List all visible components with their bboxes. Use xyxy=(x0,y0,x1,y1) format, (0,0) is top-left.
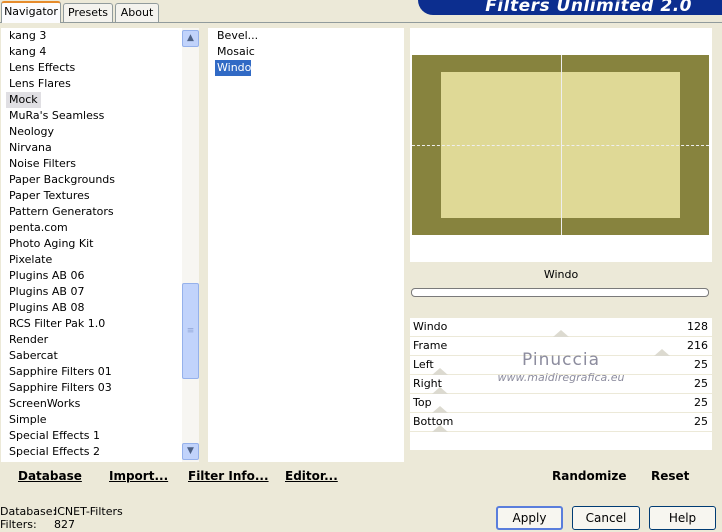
watermark-name: Pinuccia xyxy=(522,350,600,370)
category-item[interactable]: Plugins AB 06 xyxy=(1,268,183,284)
tab-panel-border xyxy=(0,22,722,23)
category-list[interactable]: kang 3 kang 4 Lens Effects Lens Flares Mock M… xyxy=(1,28,183,462)
filter-item[interactable]: Bevel... xyxy=(208,28,404,44)
cancel-button[interactable]: Cancel xyxy=(572,506,640,530)
slider-thumb[interactable] xyxy=(432,425,448,432)
selected-filter-name: Windo xyxy=(543,268,579,281)
category-item[interactable]: Noise Filters xyxy=(1,156,183,172)
watermark-site: www.maidiregrafica.eu xyxy=(497,371,625,384)
category-item[interactable]: Simple xyxy=(1,412,183,428)
slider-bottom[interactable]: Bottom 25 xyxy=(410,413,712,432)
slider-label: Windo xyxy=(413,320,448,333)
slider-windo[interactable]: Windo 128 xyxy=(410,318,712,337)
preview-frame xyxy=(412,55,709,235)
category-item[interactable]: Pixelate xyxy=(1,252,183,268)
slider-top[interactable]: Top 25 xyxy=(410,394,712,413)
slider-value: 25 xyxy=(694,396,708,409)
category-item[interactable]: Sapphire Filters 01 xyxy=(1,364,183,380)
preview-toolbar: Randomize Reset xyxy=(410,463,712,489)
preview-area[interactable] xyxy=(410,28,712,262)
category-item[interactable]: ScreenWorks xyxy=(1,396,183,412)
category-item[interactable]: Plugins AB 08 xyxy=(1,300,183,316)
category-item[interactable]: Special Effects 2 xyxy=(1,444,183,460)
category-item[interactable]: Plugins AB 07 xyxy=(1,284,183,300)
apply-button[interactable]: Apply xyxy=(496,506,563,530)
category-item[interactable]: Lens Flares xyxy=(1,76,183,92)
category-item[interactable]: Neology xyxy=(1,124,183,140)
title-banner: Filters Unlimited 2.0 xyxy=(418,0,722,16)
scroll-up-button[interactable]: ▲ xyxy=(182,30,199,47)
tab-about[interactable]: About xyxy=(115,3,159,22)
navigator-toolbar: Database Import... Filter Info... Editor… xyxy=(1,463,405,489)
category-item[interactable]: Sapphire Filters 03 xyxy=(1,380,183,396)
banner-title: Filters Unlimited 2.0 xyxy=(485,0,692,16)
category-item[interactable]: Sabercat xyxy=(1,348,183,364)
scroll-thumb[interactable]: ≡ xyxy=(182,283,199,379)
database-value: ICNET-Filters xyxy=(54,505,123,518)
category-item[interactable]: Paper Backgrounds xyxy=(1,172,183,188)
filter-item[interactable]: Mosaic xyxy=(208,44,404,60)
category-item[interactable]: Pattern Generators xyxy=(1,204,183,220)
help-button[interactable]: Help xyxy=(649,506,716,530)
category-item[interactable]: Paper Textures xyxy=(1,188,183,204)
database-button[interactable]: Database xyxy=(18,469,82,483)
filters-count: 827 xyxy=(54,518,75,531)
database-label: Database: xyxy=(0,505,57,518)
filter-list[interactable]: Bevel... Mosaic Windo xyxy=(208,28,404,462)
filter-info-button[interactable]: Filter Info... xyxy=(188,469,269,483)
slider-empty-row xyxy=(410,432,712,450)
category-item[interactable]: Render xyxy=(1,332,183,348)
category-item[interactable]: MuRa's Seamless xyxy=(1,108,183,124)
category-item[interactable]: kang 3 xyxy=(1,28,183,44)
filter-item[interactable]: Windo xyxy=(215,60,251,76)
category-item[interactable]: Lens Effects xyxy=(1,60,183,76)
category-item[interactable]: Special Effects 1 xyxy=(1,428,183,444)
filters-label: Filters: xyxy=(0,518,37,531)
category-item[interactable]: Photo Aging Kit xyxy=(1,236,183,252)
category-item[interactable]: Mock xyxy=(6,92,41,108)
import-button[interactable]: Import... xyxy=(109,469,168,483)
crosshair-horizontal xyxy=(412,145,709,146)
progress-bar xyxy=(411,288,709,297)
slider-thumb[interactable] xyxy=(553,330,569,337)
tab-navigator[interactable]: Navigator xyxy=(1,1,61,23)
parameter-sliders: Windo 128 Frame 216 Left 25 Right 25 Top 25 Bottom… xyxy=(410,318,712,450)
tab-presets[interactable]: Presets xyxy=(63,3,113,22)
scroll-down-button[interactable]: ▼ xyxy=(182,443,199,460)
category-item[interactable]: RCS Filter Pak 1.0 xyxy=(1,316,183,332)
slider-thumb[interactable] xyxy=(432,387,448,394)
category-scrollbar[interactable]: ▲ ≡ ▼ xyxy=(182,28,199,462)
reset-button[interactable]: Reset xyxy=(651,469,689,483)
category-item[interactable]: Nirvana xyxy=(1,140,183,156)
category-item[interactable]: penta.com xyxy=(1,220,183,236)
editor-button[interactable]: Editor... xyxy=(285,469,338,483)
randomize-button[interactable]: Randomize xyxy=(552,469,626,483)
slider-label: Top xyxy=(413,396,432,409)
slider-thumb[interactable] xyxy=(432,406,448,413)
category-item[interactable]: kang 4 xyxy=(1,44,183,60)
slider-value: 25 xyxy=(694,415,708,428)
slider-value: 128 xyxy=(687,320,708,333)
